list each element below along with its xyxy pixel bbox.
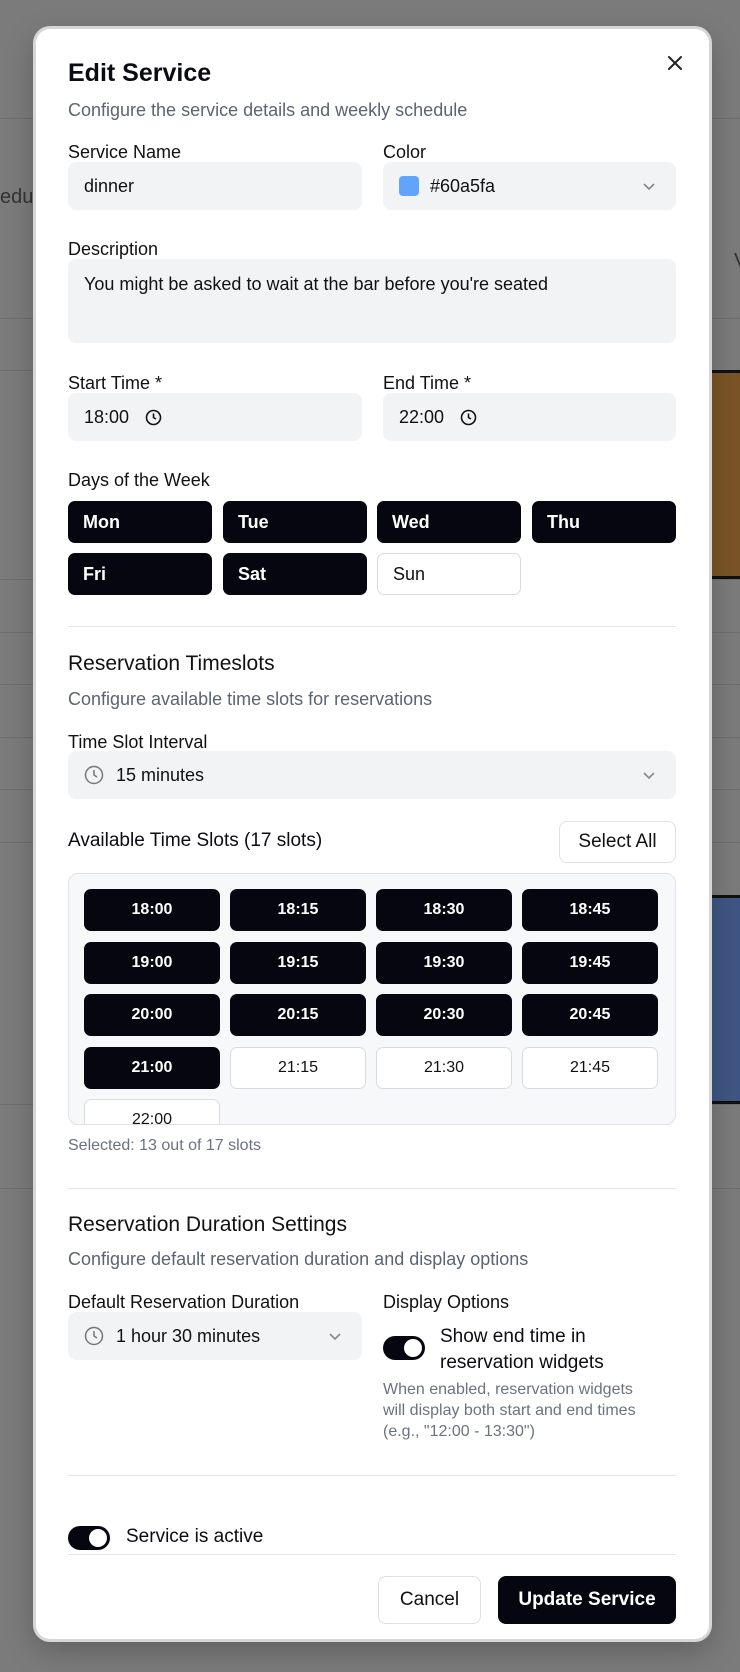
section-divider (68, 1475, 676, 1476)
time-slot-button[interactable]: 18:15 (230, 889, 366, 931)
end-time-label: End Time * (383, 373, 472, 393)
color-label: Color (383, 142, 427, 162)
timeslots-title: Reservation Timeslots (68, 652, 275, 675)
day-toggle-sat[interactable]: Sat (223, 553, 367, 595)
chevron-down-icon (643, 772, 655, 780)
color-value: #60a5fa (430, 175, 496, 196)
end-time-value: 22:00 (399, 406, 445, 427)
chevron-down-icon (329, 1333, 341, 1341)
dialog-title: Edit Service (68, 59, 212, 87)
start-time-label: Start Time * (68, 373, 163, 393)
time-slot-button[interactable]: 21:15 (230, 1047, 366, 1089)
start-time-input[interactable]: 18:00 (68, 393, 362, 441)
description-value: You might be asked to wait at the bar be… (84, 274, 549, 294)
bg-event-block (709, 895, 740, 1104)
bg-event-block (709, 370, 740, 579)
time-slot-button[interactable]: 19:15 (230, 942, 366, 984)
clock-icon[interactable] (145, 409, 162, 426)
default-duration-select[interactable]: 1 hour 30 minutes (68, 1312, 362, 1360)
day-toggle-wed[interactable]: Wed (377, 501, 521, 543)
interval-select[interactable]: 15 minutes (68, 751, 676, 799)
dialog-subtitle: Configure the service details and weekly… (68, 100, 468, 120)
cancel-button[interactable]: Cancel (378, 1576, 481, 1624)
clock-icon (84, 765, 104, 785)
bg-text-right: V (734, 250, 740, 273)
help-line: (e.g., "12:00 - 13:30") (383, 1423, 535, 1440)
day-toggle-thu[interactable]: Thu (532, 501, 676, 543)
display-options-label: Display Options (383, 1292, 510, 1312)
show-end-time-label: Show end time in reservation widgets (440, 1324, 604, 1376)
time-slot-button[interactable]: 18:30 (376, 889, 512, 931)
day-toggle-sun[interactable]: Sun (377, 553, 521, 595)
time-slot-button[interactable]: 18:45 (522, 889, 658, 931)
show-end-time-toggle[interactable] (383, 1336, 425, 1360)
service-active-label: Service is active (126, 1526, 264, 1547)
show-end-time-help: When enabled, reservation widgets will d… (383, 1379, 636, 1442)
show-end-time-label-line: reservation widgets (440, 1352, 604, 1373)
duration-title: Reservation Duration Settings (68, 1213, 347, 1236)
interval-label: Time Slot Interval (68, 732, 208, 752)
close-button[interactable] (663, 51, 687, 75)
time-slots-grid: 18:00 18:15 18:30 18:45 19:00 19:15 19:3… (68, 873, 676, 1125)
interval-value: 15 minutes (116, 764, 205, 785)
section-divider (68, 1554, 676, 1555)
service-name-input[interactable]: dinner (68, 162, 362, 210)
clock-icon[interactable] (460, 409, 477, 426)
time-slot-button[interactable]: 21:30 (376, 1047, 512, 1089)
select-all-button[interactable]: Select All (559, 821, 676, 863)
section-divider (68, 626, 676, 627)
day-toggle-mon[interactable]: Mon (68, 501, 212, 543)
edit-service-dialog: Edit Service Configure the service detai… (36, 29, 709, 1639)
help-line: will display both start and end times (383, 1402, 636, 1419)
start-time-value: 18:00 (84, 406, 130, 427)
service-name-value: dinner (84, 175, 135, 196)
bg-text-left: edul (0, 186, 38, 208)
service-name-label: Service Name (68, 142, 182, 162)
available-slots-label: Available Time Slots (17 slots) (68, 830, 323, 851)
day-toggle-fri[interactable]: Fri (68, 553, 212, 595)
time-slot-button[interactable]: 21:00 (84, 1047, 220, 1089)
time-slot-button[interactable]: 19:00 (84, 942, 220, 984)
color-select[interactable]: #60a5fa (383, 162, 676, 210)
days-label: Days of the Week (68, 470, 210, 490)
time-slot-button[interactable]: 19:30 (376, 942, 512, 984)
day-toggle-tue[interactable]: Tue (223, 501, 367, 543)
time-slot-button[interactable]: 20:15 (230, 994, 366, 1036)
time-slot-button[interactable]: 18:00 (84, 889, 220, 931)
default-duration-value: 1 hour 30 minutes (116, 1325, 261, 1346)
chevron-down-icon (643, 183, 655, 191)
description-label: Description (68, 239, 159, 259)
selected-slots-summary: Selected: 13 out of 17 slots (68, 1137, 262, 1154)
end-time-input[interactable]: 22:00 (383, 393, 676, 441)
description-textarea[interactable]: You might be asked to wait at the bar be… (68, 259, 676, 343)
time-slot-button[interactable]: 22:00 (84, 1099, 220, 1124)
time-slot-button[interactable]: 19:45 (522, 942, 658, 984)
time-slot-button[interactable]: 20:00 (84, 994, 220, 1036)
default-duration-label: Default Reservation Duration (68, 1292, 300, 1312)
update-service-button[interactable]: Update Service (498, 1576, 676, 1624)
time-slot-button[interactable]: 20:45 (522, 994, 658, 1036)
clock-icon (84, 1326, 104, 1346)
close-icon (668, 56, 682, 70)
time-slot-button[interactable]: 20:30 (376, 994, 512, 1036)
time-slot-button[interactable]: 21:45 (522, 1047, 658, 1089)
color-swatch (399, 176, 419, 196)
help-line: When enabled, reservation widgets (383, 1381, 633, 1398)
toggle-knob (89, 1529, 107, 1547)
toggle-knob (404, 1339, 422, 1357)
service-active-toggle[interactable] (68, 1526, 110, 1550)
section-divider (68, 1188, 676, 1189)
timeslots-subtitle: Configure available time slots for reser… (68, 689, 433, 709)
duration-subtitle: Configure default reservation duration a… (68, 1249, 529, 1269)
show-end-time-label-line: Show end time in (440, 1326, 586, 1347)
